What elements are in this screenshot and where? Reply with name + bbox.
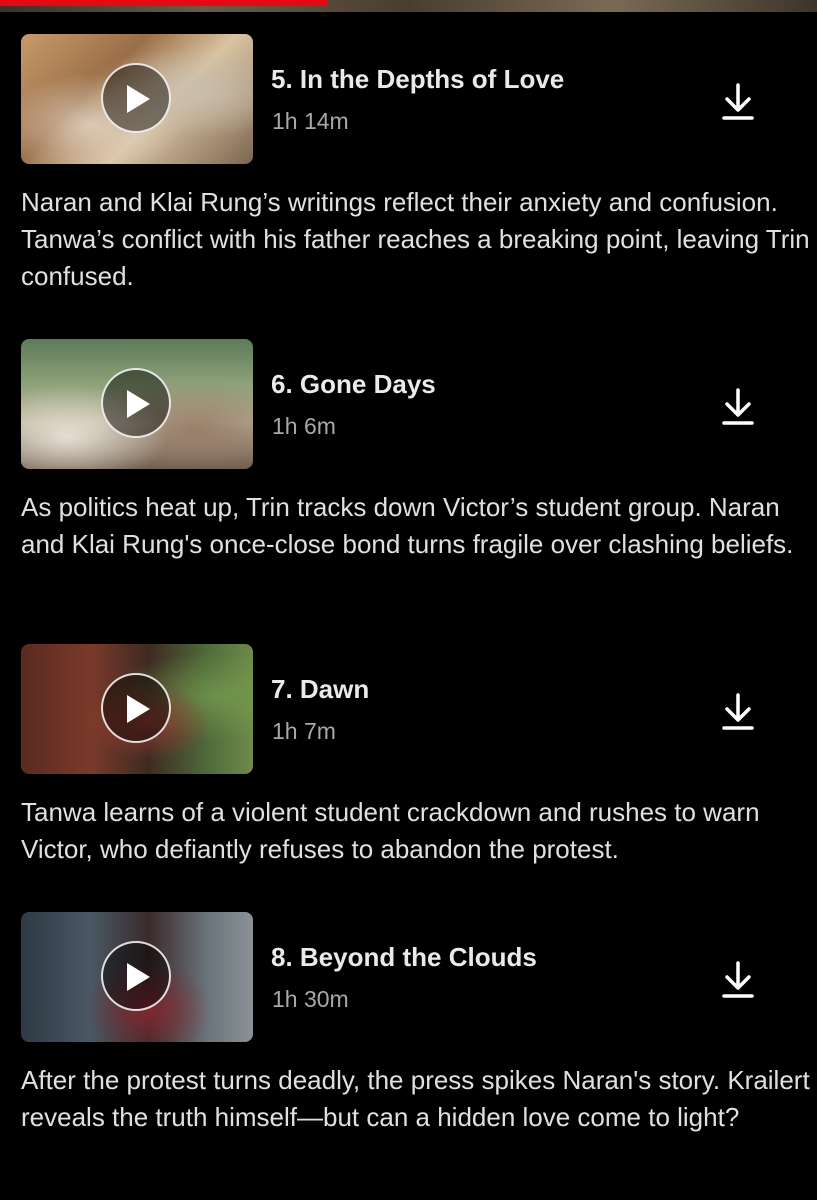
episode-title: 8. Beyond the Clouds — [271, 942, 537, 972]
download-icon — [722, 961, 754, 998]
episode-title: 7. Dawn — [271, 674, 370, 704]
play-icon — [127, 963, 150, 991]
episode-description: Naran and Klai Rung’s writings reflect t… — [21, 187, 810, 291]
episode-duration: 1h 14m — [272, 108, 349, 134]
download-button[interactable] — [720, 82, 756, 122]
episode-description: After the protest turns deadly, the pres… — [21, 1065, 810, 1132]
download-button[interactable] — [720, 387, 756, 427]
play-button[interactable] — [101, 941, 171, 1011]
play-icon — [127, 390, 150, 418]
download-icon — [722, 388, 754, 425]
episode-thumbnail[interactable] — [21, 912, 253, 1042]
episode-thumbnail[interactable] — [21, 34, 253, 164]
episode-description: As politics heat up, Trin tracks down Vi… — [21, 492, 794, 559]
play-button[interactable] — [101, 63, 171, 133]
download-button[interactable] — [720, 692, 756, 732]
play-button[interactable] — [101, 368, 171, 438]
episode-duration: 1h 7m — [272, 718, 336, 744]
episode-title: 5. In the Depths of Love — [271, 64, 565, 94]
episode-duration: 1h 6m — [272, 413, 336, 439]
play-button[interactable] — [101, 673, 171, 743]
download-icon — [722, 83, 754, 120]
playback-progress-bar[interactable] — [0, 0, 327, 6]
play-icon — [127, 85, 150, 113]
download-icon — [722, 693, 754, 730]
play-icon — [127, 695, 150, 723]
episode-description: Tanwa learns of a violent student crackd… — [21, 797, 760, 864]
episode-thumbnail[interactable] — [21, 339, 253, 469]
episode-title: 6. Gone Days — [271, 369, 436, 399]
download-button[interactable] — [720, 960, 756, 1000]
episode-thumbnail[interactable] — [21, 644, 253, 774]
episode-duration: 1h 30m — [272, 986, 349, 1012]
